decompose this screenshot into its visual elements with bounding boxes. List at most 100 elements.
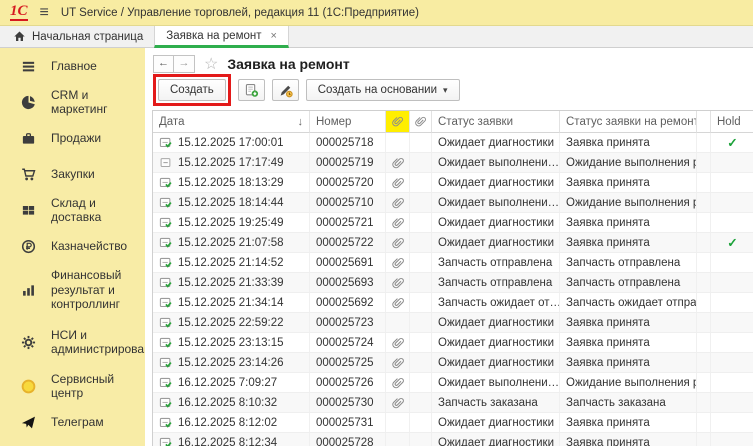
cell-spacer (697, 353, 711, 373)
cell-attachment-2 (410, 233, 432, 253)
cell-attachment (386, 133, 410, 153)
sidebar-item-label: НСИ и администрирование (51, 328, 145, 357)
table-row[interactable]: 15.12.2025 19:25:49 000025721 Ожидает диаг… (153, 213, 753, 233)
column-header-attachment[interactable] (410, 111, 432, 133)
sidebar-item-label: Казначейство (51, 239, 145, 253)
tab-repair-request-label: Заявка на ремонт (166, 30, 261, 42)
table-row[interactable]: 15.12.2025 23:13:15000025724Ожидает диаг… (153, 333, 753, 353)
sidebar-item-service-circle[interactable]: Сервисный центр (0, 368, 145, 404)
cell-attachment-2 (410, 273, 432, 293)
cell-date: 16.12.2025 8:12:02 (153, 413, 310, 433)
paperclip-icon (391, 216, 405, 230)
cell-number: 000025692 (310, 293, 386, 313)
cell-hold (711, 433, 753, 446)
cell-status: Запчасть заказана (432, 393, 560, 413)
close-tab-icon[interactable]: × (271, 30, 277, 42)
cell-spacer (697, 233, 711, 253)
table-row[interactable]: 15.12.2025 18:13:29000025720 Ожидает диаг… (153, 173, 753, 193)
cell-status: Ожидает диагностики (432, 173, 560, 193)
copy-button[interactable] (238, 79, 265, 101)
cell-status: Ожидает диагностики (432, 213, 560, 233)
cell-spacer (697, 273, 711, 293)
column-header-hold[interactable]: Hold (711, 111, 753, 133)
sidebar-item-bar-chart[interactable]: Финансовый результат и контроллинг (0, 264, 145, 316)
sidebar-item-coin[interactable]: Казначейство (0, 228, 145, 264)
cell-status: Ожидает диагностики (432, 353, 560, 373)
table-row[interactable]: 15.12.2025 21:33:39000025693Запчасть отп… (153, 273, 753, 293)
date-value: 15.12.2025 19:25:49 (178, 217, 284, 229)
document-posted-icon (159, 336, 173, 350)
sidebar-item-gear[interactable]: НСИ и администрирование (0, 316, 145, 368)
cell-date: 16.12.2025 8:10:32 (153, 393, 310, 413)
date-value: 15.12.2025 21:14:52 (178, 257, 284, 269)
cell-client-status: Запчасть ожидает отправку (560, 293, 697, 313)
sidebar-item-cart[interactable]: Закупки (0, 156, 145, 192)
main-menu-icon[interactable]: ≡ (40, 4, 49, 22)
table-row[interactable]: 15.12.2025 21:14:52000025691Запчасть отп… (153, 253, 753, 273)
table-row[interactable]: 16.12.2025 7:09:27000025726Ожидает выпол… (153, 373, 753, 393)
paperclip-icon (391, 336, 405, 350)
cart-icon (21, 167, 36, 182)
tab-repair-request[interactable]: Заявка на ремонт × (154, 26, 289, 48)
table-row[interactable]: 15.12.2025 21:34:14000025692Запчасть ожи… (153, 293, 753, 313)
column-header-client-status[interactable]: Статус заявки на ремонт для кл… (560, 111, 697, 133)
back-button[interactable]: ← (153, 55, 174, 73)
sort-descending-icon: ↓ (298, 116, 304, 128)
table-row[interactable]: 15.12.2025 23:14:26000025725Ожидает диаг… (153, 353, 753, 373)
window-title: UT Service / Управление торговлей, редак… (61, 7, 419, 19)
table-row[interactable]: 15.12.2025 21:07:58000025722Ожидает диаг… (153, 233, 753, 253)
cell-number: 000025721 (310, 213, 386, 233)
column-header-status[interactable]: Статус заявки (432, 111, 560, 133)
create-based-on-button[interactable]: Создать на основании ▾ (306, 79, 460, 101)
cell-attachment (386, 373, 410, 393)
date-value: 15.12.2025 23:14:26 (178, 357, 284, 369)
sidebar-item-pie[interactable]: CRM и маркетинг (0, 84, 145, 120)
document-posted-icon (159, 276, 173, 290)
cell-attachment-2 (410, 133, 432, 153)
table-row[interactable]: 15.12.2025 17:00:01000025718Ожидает диаг… (153, 133, 753, 153)
sidebar-item-telegram-plane[interactable]: Телеграм (0, 404, 145, 440)
paperclip-icon (391, 196, 405, 210)
date-value: 15.12.2025 23:13:15 (178, 337, 284, 349)
cell-attachment-2 (410, 313, 432, 333)
table-row[interactable]: 15.12.2025 17:17:49000025719Ожидает выпо… (153, 153, 753, 173)
cell-client-status: Заявка принята (560, 433, 697, 446)
grid-icon (21, 203, 36, 218)
sidebar-item-briefcase[interactable]: Продажи (0, 120, 145, 156)
column-header-attachment-highlighted[interactable] (386, 111, 410, 133)
document-posted-icon (159, 216, 173, 230)
favorite-star-icon[interactable]: ☆ (204, 54, 218, 74)
cell-client-status: Запчасть отправлена (560, 273, 697, 293)
table-row[interactable]: 15.12.2025 22:59:22000025723Ожидает диаг… (153, 313, 753, 333)
cell-date: 15.12.2025 18:13:29 (153, 173, 310, 193)
table-row[interactable]: 16.12.2025 8:10:32000025730Запчасть зака… (153, 393, 753, 413)
tab-home[interactable]: Начальная страница (2, 26, 154, 47)
cell-spacer (697, 333, 711, 353)
cell-attachment (386, 393, 410, 413)
cell-spacer (697, 253, 711, 273)
cell-spacer (697, 173, 711, 193)
column-header-number[interactable]: Номер (310, 111, 386, 133)
create-button[interactable]: Создать (158, 79, 226, 101)
table-row[interactable]: 16.12.2025 8:12:02000025731Ожидает диагн… (153, 413, 753, 433)
column-header-date[interactable]: Дата ↓ (153, 111, 310, 133)
document-posted-icon (159, 436, 173, 446)
date-value: 15.12.2025 18:14:44 (178, 197, 284, 209)
cell-attachment-2 (410, 253, 432, 273)
chevron-down-icon: ▾ (443, 85, 448, 96)
sidebar-item-list[interactable]: Главное (0, 48, 145, 84)
forward-button[interactable]: → (174, 55, 195, 73)
sidebar-item-grid[interactable]: Склад и доставка (0, 192, 145, 228)
cell-attachment-2 (410, 193, 432, 213)
coin-icon (21, 239, 36, 254)
cell-client-status: Заявка принята (560, 213, 697, 233)
cell-number: 000025720 (310, 173, 386, 193)
table-row[interactable]: 15.12.2025 18:14:44000025710Ожидает выпо… (153, 193, 753, 213)
cell-hold (711, 353, 753, 373)
cell-hold (711, 253, 753, 273)
cell-attachment-2 (410, 173, 432, 193)
date-value: 15.12.2025 17:17:49 (178, 157, 284, 169)
set-period-button[interactable] (272, 79, 299, 101)
table-row[interactable]: 16.12.2025 8:12:34000025728Ожидает диагн… (153, 433, 753, 446)
cell-attachment-2 (410, 413, 432, 433)
